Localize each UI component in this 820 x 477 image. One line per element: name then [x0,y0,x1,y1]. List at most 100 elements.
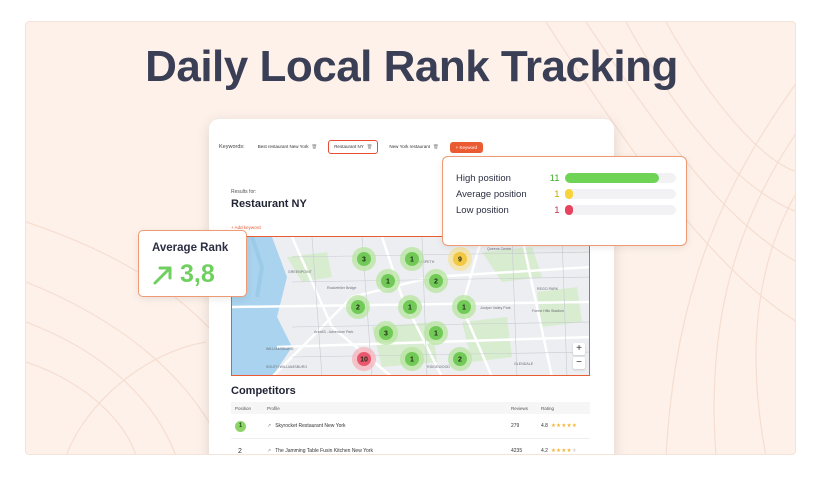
table-row[interactable]: 1 ↗ Skyrocket Restaurant New York 279 4.8… [231,414,590,439]
keyword-chip[interactable]: Best restaurant New York 🗑 [253,141,323,153]
position-value: 2 [238,447,242,455]
keyword-chip-label: Restaurant NY [334,144,364,149]
table-row[interactable]: 2 ↗ The Jamming Table Fusin Kitchen New Y… [231,439,590,455]
rank-pin[interactable]: 2 [346,295,370,319]
position-count: 11 [549,172,560,184]
column-header: Profile [267,405,280,411]
rating-cell: 4.2 ★★★★★ [541,448,590,454]
rank-pin[interactable]: 2 [448,347,472,371]
map-place-label: WILLIAMSBURG [266,347,294,351]
position-row-high: High position 11 [456,171,676,185]
rank-pin-label: 2 [356,304,360,311]
keyword-chip-label: New York restaurant [389,144,430,149]
rank-pin[interactable]: 3 [352,247,376,271]
reviews-cell: 4235 [511,448,523,454]
map-place-label: RIDGEWOOD [427,365,450,369]
column-header: Position [235,405,252,411]
rank-pin-label: 1 [410,256,414,263]
page-title: Daily Local Rank Tracking [145,42,678,91]
position-breakdown-card: High position 11 Average position 1 Low … [442,156,687,246]
rank-pin[interactable]: 10 [352,347,376,371]
rating-value: 4.2 [541,448,548,454]
keyword-chip-active[interactable]: Restaurant NY 🗑 [328,140,379,154]
rating-cell: 4.8 ★★★★★ [541,423,590,429]
rank-pin[interactable]: 9 [448,247,472,271]
keyword-chip[interactable]: New York restaurant 🗑 [384,141,443,153]
average-rank-title: Average Rank [152,242,229,254]
position-row-low: Low position 1 [456,203,676,217]
position-label: Average position [456,188,527,200]
column-header: Reviews [511,405,529,411]
zoom-in-button[interactable]: + [573,343,585,355]
profile-link[interactable]: Skyrocket Restaurant New York [275,423,345,429]
rank-pin[interactable]: 1 [400,347,424,371]
position-cell: 1 [231,420,267,432]
keyword-chip-label: Best restaurant New York [257,144,309,149]
position-bar-fill [564,189,574,199]
position-label: High position [456,172,511,184]
rank-pin[interactable]: 1 [424,321,448,345]
rank-pin-label: 9 [458,256,462,263]
position-bar [564,205,676,215]
trash-icon[interactable]: 🗑 [433,144,439,149]
rank-pin[interactable]: 3 [374,321,398,345]
zoom-out-button[interactable]: − [573,357,585,369]
map-place-label: SOUTH WILLIAMSBURG [266,365,307,369]
promo-banner: Daily Local Rank Tracking Keywords: Best… [25,21,796,455]
average-rank-card: Average Rank 3,8 [138,230,247,297]
rank-map[interactable]: GREENPOINT Rockefeller Bridge MASPETH Qu… [231,236,590,376]
rank-pin-label: 10 [360,356,368,363]
profile-cell: ↗ Skyrocket Restaurant New York [267,423,511,429]
rank-pin-label: 3 [362,256,366,263]
add-keyword-button[interactable]: + Keyword [449,141,484,153]
external-link-icon[interactable]: ↗ [267,423,271,429]
rank-pin-label: 2 [458,356,462,363]
position-count: 1 [554,188,560,200]
position-label: Low position [456,204,509,216]
rank-pin-label: 1 [410,356,414,363]
map-place-label: Queens Center [487,247,512,251]
rank-pin-label: 1 [408,304,412,311]
keyword-bar: Keywords: Best restaurant New York 🗑 Rest… [219,139,484,155]
map-place-label: GLENDALE [514,362,534,366]
position-bar [564,173,676,183]
competitors-title: Competitors [231,385,296,397]
position-badge: 1 [235,420,246,432]
rank-pin[interactable]: 1 [452,295,476,319]
profile-cell: ↗ The Jamming Table Fusin Kitchen New Yor… [267,448,511,454]
competitors-table: Position Profile Reviews Rating 1 ↗ Skyro… [231,402,590,455]
map-place-label: GREENPOINT [288,270,313,274]
rank-pin[interactable]: 1 [376,269,400,293]
position-bar-fill [564,173,660,183]
position-bar-fill [564,205,574,215]
map-canvas: GREENPOINT Rockefeller Bridge MASPETH Qu… [232,237,589,375]
profile-link[interactable]: The Jamming Table Fusin Kitchen New York [275,448,373,454]
arrow-up-right-icon [153,266,172,284]
results-for-label: Results for: [231,189,257,195]
results-keyword: Restaurant NY [231,198,307,210]
rank-pin-label: 2 [434,278,438,285]
average-rank-value: 3,8 [152,260,215,289]
star-rating-icon: ★★★★★ [550,423,578,429]
rank-pin-label: 3 [384,330,388,337]
map-place-label: Juniper Valley Park [480,306,511,310]
rank-pins: 3 1 9 1 2 2 1 1 3 1 10 1 2 [346,247,476,371]
column-header: Rating [541,405,555,411]
position-cell: 2 [231,448,267,455]
map-place-label: Rockefeller Bridge [327,286,356,290]
table-header: Position Profile Reviews Rating [231,402,590,414]
position-count: 1 [554,204,560,216]
reviews-cell: 279 [511,423,520,429]
rank-pin[interactable]: 1 [398,295,422,319]
external-link-icon[interactable]: ↗ [267,448,271,454]
position-bar [564,189,676,199]
rank-pin-label: 1 [386,278,390,285]
keywords-label: Keywords: [219,144,245,150]
rank-pin-label: 1 [434,330,438,337]
rank-pin[interactable]: 1 [400,247,424,271]
trash-icon[interactable]: 🗑 [367,144,373,149]
rank-pin[interactable]: 2 [424,269,448,293]
rating-value: 4.8 [541,423,548,429]
trash-icon[interactable]: 🗑 [311,144,317,149]
star-rating-icon: ★★★★★ [550,448,578,454]
